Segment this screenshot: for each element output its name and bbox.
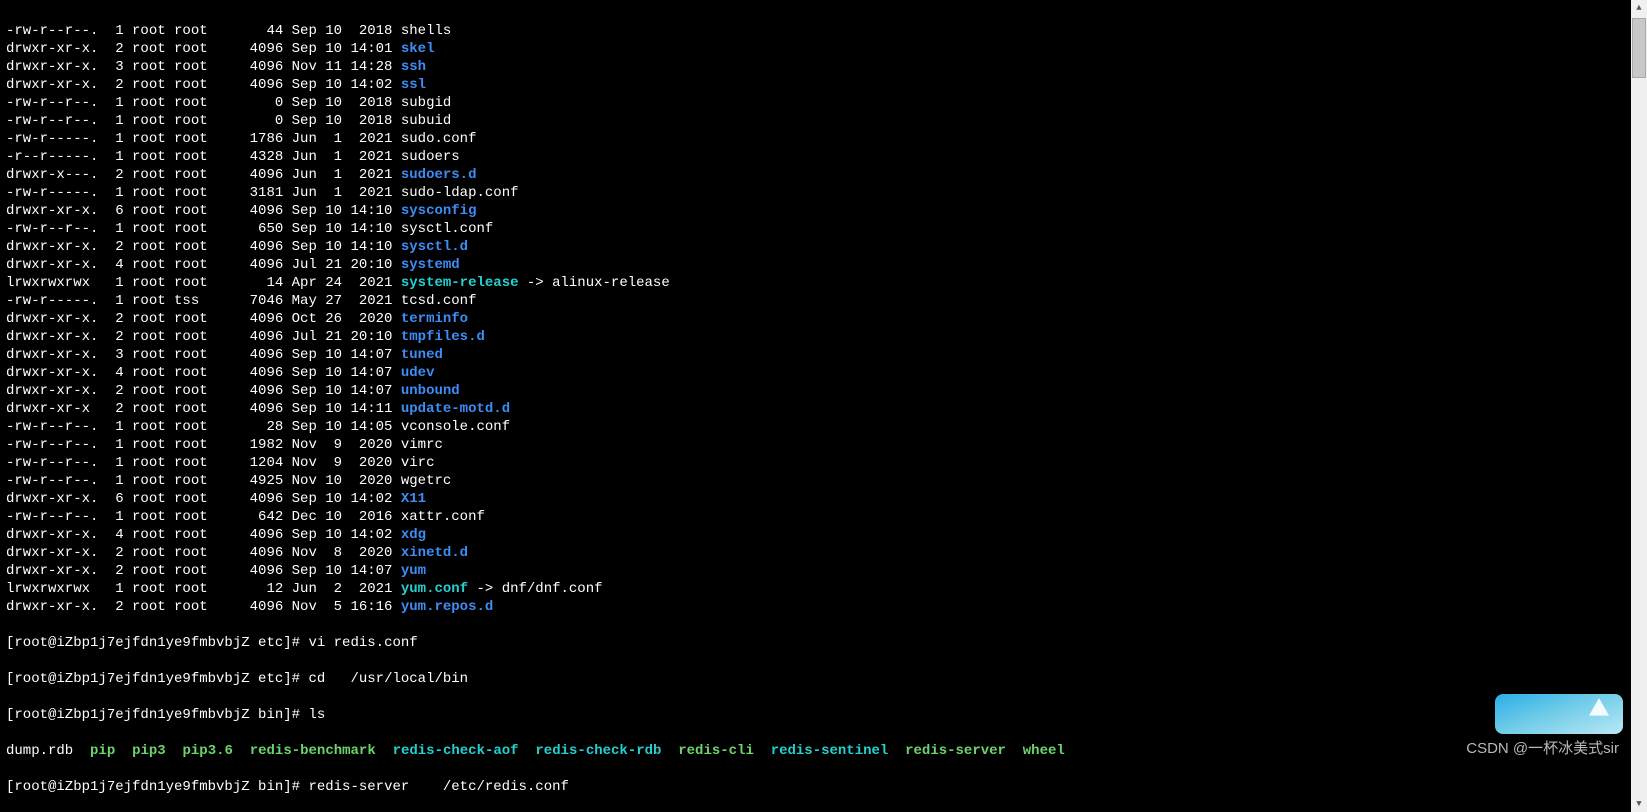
ls-row: drwxr-xr-x. 2 root root 4096 Nov 8 2020 …: [6, 544, 1641, 562]
ls-row: drwxr-xr-x. 4 root root 4096 Jul 21 20:1…: [6, 256, 1641, 274]
ls-row: -r--r-----. 1 root root 4328 Jun 1 2021 …: [6, 148, 1641, 166]
ls-row: -rw-r-----. 1 root tss 7046 May 27 2021 …: [6, 292, 1641, 310]
ls-row: -rw-r-----. 1 root root 3181 Jun 1 2021 …: [6, 184, 1641, 202]
ls-row: drwxr-xr-x. 2 root root 4096 Sep 10 14:0…: [6, 40, 1641, 58]
ls-row: drwxr-xr-x. 2 root root 4096 Sep 10 14:1…: [6, 238, 1641, 256]
ls-row: drwxr-xr-x. 2 root root 4096 Nov 5 16:16…: [6, 598, 1641, 616]
ls-row: drwxr-xr-x. 4 root root 4096 Sep 10 14:0…: [6, 364, 1641, 382]
terminal-output[interactable]: -rw-r--r--. 1 root root 44 Sep 10 2018 s…: [0, 0, 1647, 812]
ls-row: drwxr-xr-x. 3 root root 4096 Nov 11 14:2…: [6, 58, 1641, 76]
ls-row: drwxr-xr-x. 6 root root 4096 Sep 10 14:1…: [6, 202, 1641, 220]
ls-row: lrwxrwxrwx 1 root root 14 Apr 24 2021 sy…: [6, 274, 1641, 292]
ls-row: drwxr-xr-x. 2 root root 4096 Jul 21 20:1…: [6, 328, 1641, 346]
ls-row: drwxr-xr-x. 6 root root 4096 Sep 10 14:0…: [6, 490, 1641, 508]
ls-row: -rw-r--r--. 1 root root 4925 Nov 10 2020…: [6, 472, 1641, 490]
cmd-line-ls: [root@iZbp1j7ejfdn1ye9fmbvbjZ bin]# ls: [6, 706, 1641, 724]
ls-row: -rw-r--r--. 1 root root 44 Sep 10 2018 s…: [6, 22, 1641, 40]
cmd-line-vi: [root@iZbp1j7ejfdn1ye9fmbvbjZ etc]# vi r…: [6, 634, 1641, 652]
ls-row: -rw-r--r--. 1 root root 1982 Nov 9 2020 …: [6, 436, 1641, 454]
ls-row: -rw-r--r--. 1 root root 642 Dec 10 2016 …: [6, 508, 1641, 526]
ls-row: lrwxrwxrwx 1 root root 12 Jun 2 2021 yum…: [6, 580, 1641, 598]
ls-row: -rw-r--r--. 1 root root 1204 Nov 9 2020 …: [6, 454, 1641, 472]
ls-row: drwxr-xr-x 2 root root 4096 Sep 10 14:11…: [6, 400, 1641, 418]
ls-row: drwxr-xr-x. 2 root root 4096 Sep 10 14:0…: [6, 382, 1641, 400]
vertical-scrollbar[interactable]: ▲ ▼: [1631, 0, 1647, 812]
ls-row: drwxr-xr-x. 3 root root 4096 Sep 10 14:0…: [6, 346, 1641, 364]
ls-bin-output: dump.rdb pip pip3 pip3.6 redis-benchmark…: [6, 742, 1641, 760]
cmd-line-redis-server: [root@iZbp1j7ejfdn1ye9fmbvbjZ bin]# redi…: [6, 778, 1641, 796]
ls-row: drwxr-xr-x. 2 root root 4096 Sep 10 14:0…: [6, 562, 1641, 580]
scroll-up-icon[interactable]: ▲: [1631, 0, 1647, 16]
cmd-line-cd: [root@iZbp1j7ejfdn1ye9fmbvbjZ etc]# cd /…: [6, 670, 1641, 688]
ls-row: -rw-r--r--. 1 root root 650 Sep 10 14:10…: [6, 220, 1641, 238]
scroll-down-icon[interactable]: ▼: [1631, 796, 1647, 812]
ls-row: drwxr-xr-x. 2 root root 4096 Oct 26 2020…: [6, 310, 1641, 328]
ls-row: drwxr-xr-x. 4 root root 4096 Sep 10 14:0…: [6, 526, 1641, 544]
ls-row: drwxr-x---. 2 root root 4096 Jun 1 2021 …: [6, 166, 1641, 184]
ls-row: -rw-r--r--. 1 root root 0 Sep 10 2018 su…: [6, 112, 1641, 130]
ls-row: -rw-r-----. 1 root root 1786 Jun 1 2021 …: [6, 130, 1641, 148]
ls-listing: -rw-r--r--. 1 root root 44 Sep 10 2018 s…: [6, 22, 1641, 616]
ls-row: -rw-r--r--. 1 root root 28 Sep 10 14:05 …: [6, 418, 1641, 436]
ls-row: drwxr-xr-x. 2 root root 4096 Sep 10 14:0…: [6, 76, 1641, 94]
scrollbar-thumb[interactable]: [1632, 18, 1646, 78]
ls-row: -rw-r--r--. 1 root root 0 Sep 10 2018 su…: [6, 94, 1641, 112]
